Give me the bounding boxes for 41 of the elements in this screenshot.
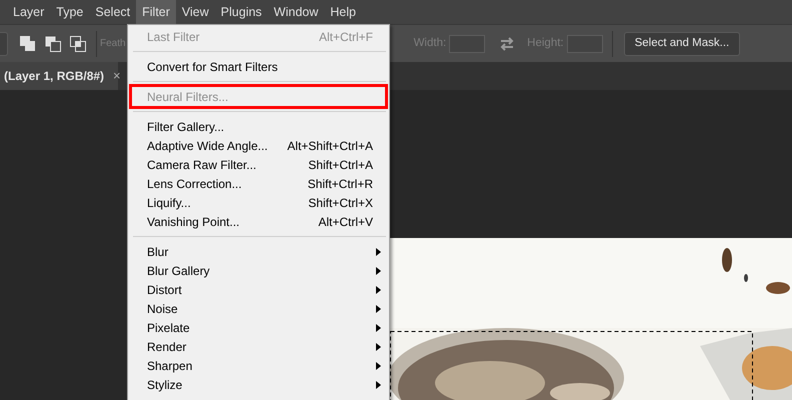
- submenu-arrow-icon: [376, 304, 381, 312]
- menu-item[interactable]: Window: [268, 0, 324, 24]
- menu-item[interactable]: Select: [89, 0, 136, 24]
- menu-item[interactable]: Blur Gallery: [132, 261, 385, 280]
- document-tab-title: (Layer 1, RGB/8#): [4, 68, 104, 85]
- submenu-arrow-icon: [376, 266, 381, 274]
- close-button[interactable]: ×: [113, 66, 121, 86]
- document-tab[interactable]: (Layer 1, RGB/8#) ×: [0, 62, 118, 90]
- menu-item[interactable]: Vanishing Point... Alt+Ctrl+V: [132, 212, 385, 231]
- submenu-arrow-icon: [376, 380, 381, 388]
- submenu-arrow-icon: [376, 324, 381, 332]
- intersect-selection-icon[interactable]: [70, 36, 86, 52]
- menu-item[interactable]: Filter: [136, 0, 176, 24]
- add-selection-icon[interactable]: [20, 36, 36, 52]
- menu-item[interactable]: Stylize: [132, 375, 385, 394]
- subtract-selection-icon[interactable]: [45, 36, 61, 52]
- select-and-mask-button[interactable]: Select and Mask...: [624, 32, 740, 56]
- menu-item[interactable]: Filter Gallery...: [132, 117, 385, 136]
- menu-item[interactable]: Blur: [132, 242, 385, 261]
- submenu-arrow-icon: [376, 362, 381, 370]
- menu-item[interactable]: Plugins: [214, 0, 268, 24]
- menu-item[interactable]: Convert for Smart Filters: [132, 57, 385, 76]
- submenu-arrow-icon: [376, 286, 381, 294]
- menu-item[interactable]: View: [176, 0, 215, 24]
- menu-item[interactable]: Type: [50, 0, 90, 24]
- menu-item[interactable]: Layer: [7, 0, 50, 24]
- menu-item[interactable]: Help: [324, 0, 362, 24]
- menu-item[interactable]: Camera Raw Filter... Shift+Ctrl+A: [132, 155, 385, 174]
- height-field[interactable]: [566, 34, 603, 52]
- width-field[interactable]: [449, 34, 486, 52]
- menu-item[interactable]: Liquify... Shift+Ctrl+X: [132, 193, 385, 212]
- menu-item[interactable]: Distort: [132, 280, 385, 299]
- menu-item[interactable]: Lens Correction... Shift+Ctrl+R: [132, 174, 385, 193]
- menu-item[interactable]: Adaptive Wide Angle... Alt+Shift+Ctrl+A: [132, 136, 385, 155]
- menu-item[interactable]: Sharpen: [132, 356, 385, 375]
- swap-icon[interactable]: [499, 36, 516, 52]
- menu-item[interactable]: Pixelate: [132, 318, 385, 337]
- submenu-arrow-icon: [376, 248, 381, 256]
- submenu-arrow-icon: [376, 342, 381, 350]
- menu-item[interactable]: Render: [132, 337, 385, 356]
- menu-item[interactable]: Noise: [132, 299, 385, 318]
